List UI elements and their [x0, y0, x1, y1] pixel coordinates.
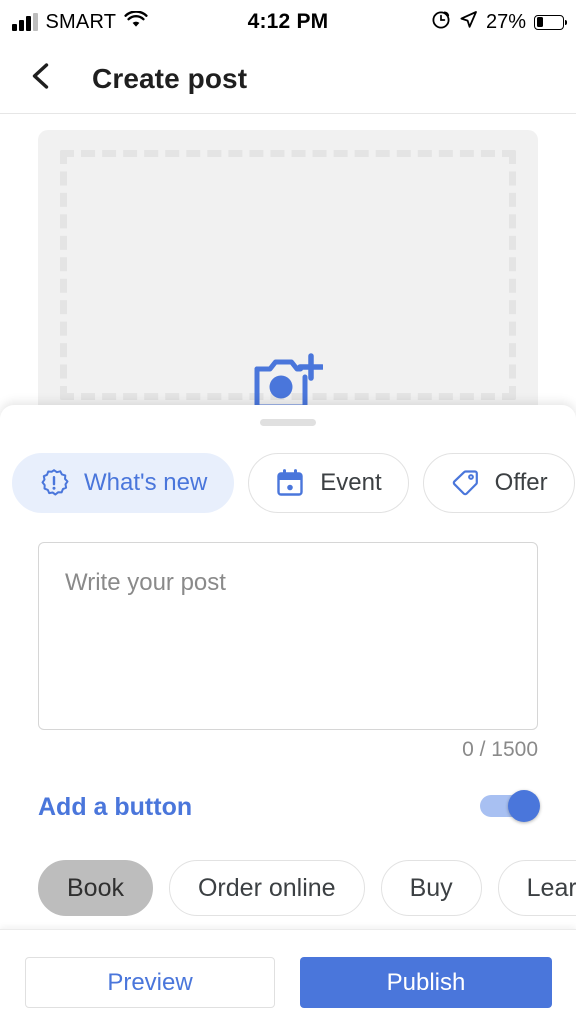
add-a-button-toggle[interactable] [480, 790, 540, 822]
post-type-chip-whats-new[interactable]: What's new [12, 453, 235, 513]
action-chip-buy[interactable]: Buy [380, 860, 482, 916]
post-text-input[interactable]: Write your post [38, 542, 538, 730]
action-chip-order-online[interactable]: Order online [168, 860, 365, 916]
post-type-chip-label: Event [320, 469, 382, 496]
action-chip-label: Learn more [526, 873, 576, 902]
battery-icon [534, 14, 568, 30]
action-chip-learn-more[interactable]: Learn more [497, 860, 576, 916]
battery-percent-label: 27% [485, 10, 526, 33]
character-counter: 0 / 1500 [462, 738, 538, 761]
post-type-chip-event[interactable]: Event [248, 453, 409, 513]
media-upload-area[interactable] [0, 115, 576, 415]
post-type-chip-offer[interactable]: Offer [422, 453, 575, 513]
publish-button[interactable]: Publish [300, 957, 552, 1008]
footer-action-bar: Preview Publish [0, 929, 576, 1024]
post-text-placeholder: Write your post [65, 569, 226, 596]
page-title: Create post [92, 62, 248, 94]
post-type-chip-label: What's new [84, 469, 208, 496]
app-header: Create post [0, 44, 576, 114]
back-button[interactable] [14, 51, 70, 107]
create-post-screen: SMART 4:12 PM 27% Create post What's new… [0, 0, 576, 1024]
preview-button-label: Preview [107, 968, 193, 996]
tag-icon [450, 468, 480, 498]
publish-button-label: Publish [386, 968, 466, 996]
action-type-chip-group: Book Order online Buy Learn more [38, 860, 576, 916]
post-editor-sheet: What's new Event Offer Write your post 0… [0, 405, 576, 1024]
preview-button[interactable]: Preview [25, 957, 275, 1008]
action-chip-label: Book [67, 873, 124, 902]
action-chip-label: Order online [197, 873, 336, 902]
post-type-chip-label: Offer [494, 469, 548, 496]
action-chip-label: Buy [409, 873, 453, 902]
chevron-left-icon [27, 61, 57, 96]
location-arrow-icon [459, 10, 478, 34]
calendar-icon [275, 468, 305, 498]
sheet-drag-handle[interactable] [260, 419, 316, 426]
add-a-button-label[interactable]: Add a button [38, 793, 192, 822]
toggle-knob [508, 790, 540, 822]
status-bar: SMART 4:12 PM 27% [0, 0, 576, 44]
starburst-exclamation-icon [39, 468, 69, 498]
action-chip-book[interactable]: Book [38, 860, 153, 916]
alarm-icon [431, 10, 451, 35]
post-type-chip-group: What's new Event Offer [12, 453, 575, 513]
status-bar-right: 27% [431, 0, 568, 44]
